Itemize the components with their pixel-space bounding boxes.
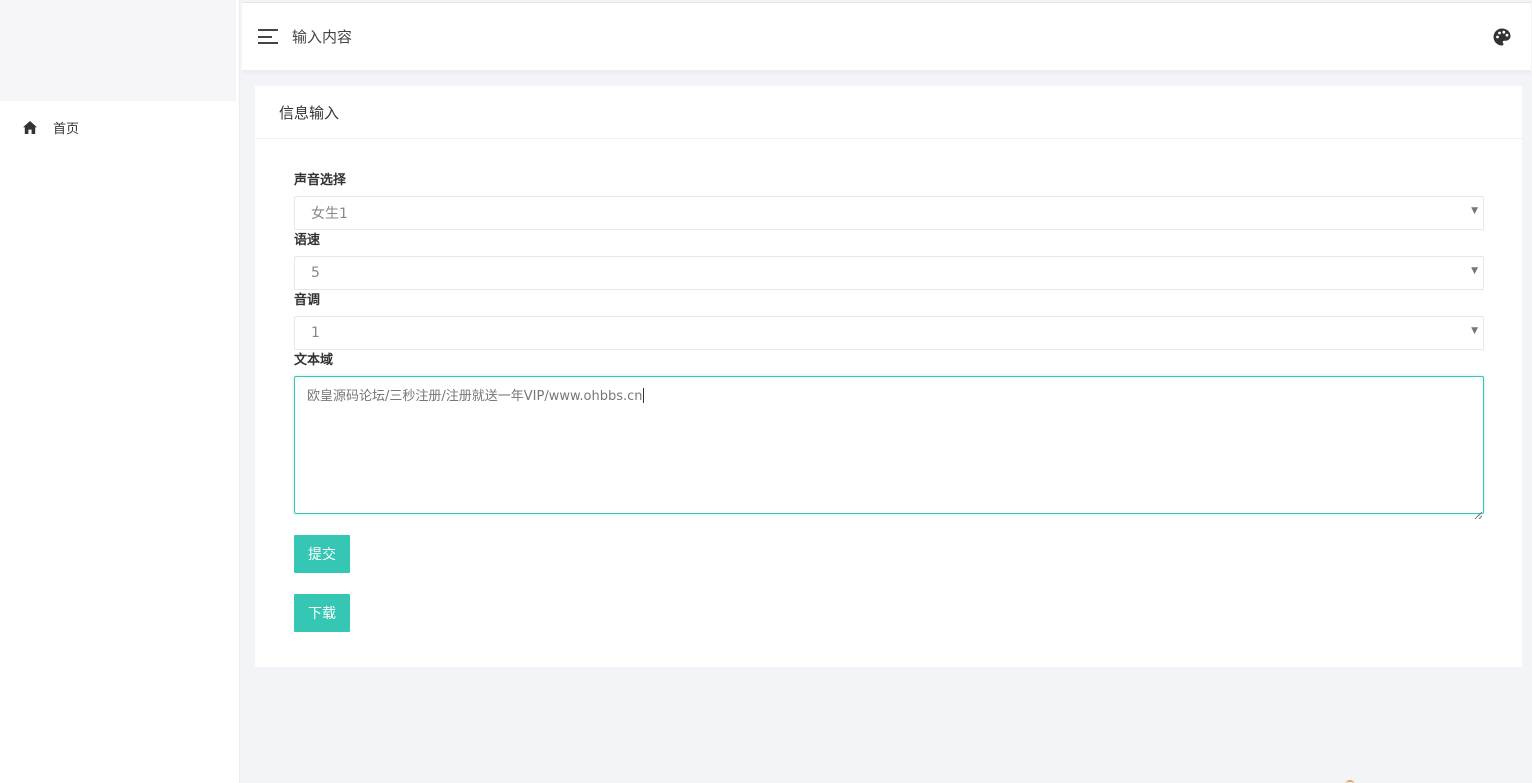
chevron-down-icon: ▼ bbox=[1471, 266, 1478, 276]
speed-select[interactable]: 5 ▼ bbox=[294, 256, 1484, 290]
tts-form: 声音选择 女生1 ▼ 语速 5 ▼ 音调 1 ▼ 文本域 欧皇源码论坛/三秒注册… bbox=[294, 170, 1484, 632]
card-header: 信息输入 bbox=[255, 86, 1522, 139]
chevron-down-icon: ▼ bbox=[1471, 206, 1478, 216]
pitch-label: 音调 bbox=[294, 293, 321, 308]
top-header: 输入内容 bbox=[242, 2, 1531, 70]
card-title: 信息输入 bbox=[279, 103, 340, 122]
chevron-down-icon: ▼ bbox=[1471, 326, 1478, 336]
voice-select-value: 女生1 bbox=[311, 206, 348, 222]
sidebar-item-home[interactable]: 首页 bbox=[0, 101, 239, 153]
palette-icon[interactable] bbox=[1493, 28, 1511, 46]
logo-area bbox=[0, 0, 236, 101]
text-area[interactable]: 欧皇源码论坛/三秒注册/注册就送一年VIP/www.ohbbs.cn bbox=[294, 376, 1484, 520]
sidebar-item-label: 首页 bbox=[53, 121, 80, 137]
pitch-select[interactable]: 1 ▼ bbox=[294, 316, 1484, 350]
speed-label: 语速 bbox=[294, 233, 321, 248]
sidebar: 首页 bbox=[0, 0, 240, 783]
hamburger-icon[interactable] bbox=[258, 29, 278, 44]
pitch-select-value: 1 bbox=[311, 325, 320, 341]
voice-select[interactable]: 女生1 ▼ bbox=[294, 196, 1484, 230]
download-button[interactable]: 下载 bbox=[294, 594, 350, 632]
header-divider bbox=[242, 70, 1531, 76]
speed-select-value: 5 bbox=[311, 265, 320, 281]
voice-label: 声音选择 bbox=[294, 173, 347, 188]
text-label: 文本域 bbox=[294, 353, 334, 368]
text-area-content: 欧皇源码论坛/三秒注册/注册就送一年VIP/www.ohbbs.cn bbox=[307, 388, 644, 404]
page-title: 输入内容 bbox=[292, 28, 353, 46]
submit-button[interactable]: 提交 bbox=[294, 535, 350, 573]
info-input-card: 信息输入 声音选择 女生1 ▼ 语速 5 ▼ 音调 1 ▼ 文本域 欧皇源码论坛… bbox=[255, 86, 1522, 667]
resize-handle-icon[interactable] bbox=[1474, 504, 1483, 520]
home-icon bbox=[22, 120, 37, 135]
